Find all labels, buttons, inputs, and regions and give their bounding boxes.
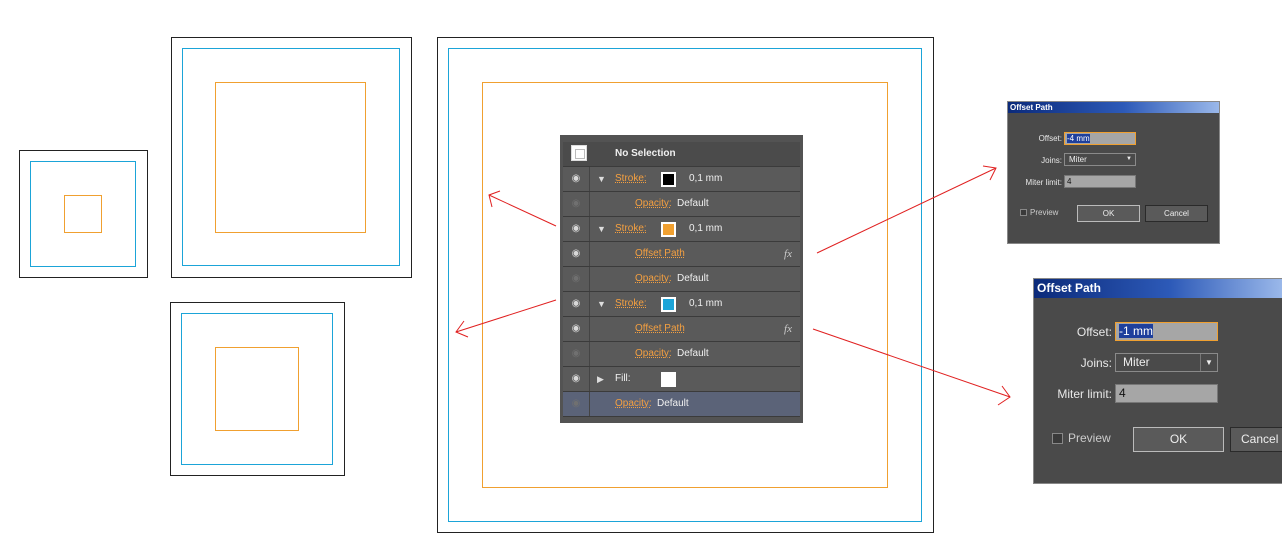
stroke-label[interactable]: Stroke: [615, 292, 647, 316]
joins-value: Miter [1123, 355, 1150, 369]
joins-label: Joins: [1080, 356, 1112, 370]
panel-header: No Selection [563, 142, 800, 167]
miter-limit-value: 4 [1119, 386, 1126, 400]
appearance-row-opacity[interactable]: ◉ Opacity: Default [563, 192, 800, 217]
fx-icon[interactable]: fx [784, 242, 792, 266]
appearance-row-offset-path[interactable]: ◉ Offset Path fx [563, 242, 800, 267]
expand-triangle-icon[interactable]: ▼ [597, 217, 606, 241]
ok-button[interactable]: OK [1077, 205, 1140, 222]
appearance-row-opacity[interactable]: ◉ Opacity: Default [563, 267, 800, 292]
effect-label[interactable]: Offset Path [635, 242, 685, 266]
stroke-swatch[interactable] [661, 172, 676, 187]
opacity-value: Default [677, 273, 709, 284]
opacity-label[interactable]: Opacity: [635, 192, 672, 216]
offset-input[interactable]: -4 mm [1064, 132, 1136, 145]
preview-label: Preview [1030, 208, 1059, 217]
visibility-eye-icon[interactable]: ◉ [563, 217, 590, 241]
chevron-down-icon: ▼ [1126, 156, 1132, 162]
visibility-eye-icon[interactable]: ◉ [563, 267, 590, 291]
expand-triangle-icon[interactable]: ▼ [597, 167, 606, 191]
miter-limit-input[interactable]: 4 [1064, 175, 1136, 188]
effect-label[interactable]: Offset Path [635, 317, 685, 341]
opacity-label[interactable]: Opacity: [615, 392, 652, 416]
offset-label: Offset: [1076, 325, 1112, 339]
fx-icon[interactable]: fx [784, 317, 792, 341]
opacity-value: Default [677, 348, 709, 359]
stroke-weight[interactable]: 0,1 mm [689, 292, 722, 316]
visibility-eye-icon[interactable]: ◉ [563, 242, 590, 266]
joins-dropdown[interactable]: Miter ▼ [1115, 353, 1218, 372]
joins-dropdown[interactable]: Miter ▼ [1064, 153, 1136, 166]
appearance-row-stroke-orange[interactable]: ◉ ▼ Stroke: 0,1 mm [563, 217, 800, 242]
visibility-eye-icon[interactable]: ◉ [563, 317, 590, 341]
opacity-value: Default [657, 398, 689, 409]
visibility-eye-icon[interactable]: ◉ [563, 342, 590, 366]
offset-path-dialog-small: Offset Path Offset: -4 mm Joins: Miter ▼… [1007, 101, 1220, 244]
appearance-row-opacity[interactable]: ◉ Opacity: Default [563, 392, 800, 417]
fill-label[interactable]: Fill: [615, 367, 631, 391]
cancel-label: Cancel [1241, 432, 1279, 446]
chevron-down-icon: ▼ [1200, 354, 1217, 371]
stroke-weight[interactable]: 0,1 mm [689, 167, 722, 191]
orange-square [215, 82, 366, 233]
visibility-eye-icon[interactable]: ◉ [563, 292, 590, 316]
stroke-label[interactable]: Stroke: [615, 167, 647, 191]
visibility-eye-icon[interactable]: ◉ [563, 167, 590, 191]
visibility-eye-icon[interactable]: ◉ [563, 367, 590, 391]
visibility-eye-icon[interactable]: ◉ [563, 392, 590, 416]
preview-checkbox[interactable] [1052, 433, 1063, 444]
offset-input[interactable]: -1 mm [1115, 322, 1218, 341]
appearance-row-fill[interactable]: ◉ ▶ Fill: [563, 367, 800, 392]
miter-limit-label: Miter limit: [1025, 178, 1062, 187]
appearance-panel: No Selection ◉ ▼ Stroke: 0,1 mm ◉ Opacit… [560, 135, 803, 423]
stroke-swatch[interactable] [661, 297, 676, 312]
panel-header-title: No Selection [615, 148, 676, 159]
offset-label: Offset: [1038, 134, 1062, 143]
offset-path-dialog-large: Offset Path Offset: -1 mm Joins: Miter ▼… [1033, 278, 1282, 484]
opacity-value: Default [677, 198, 709, 209]
orange-square [64, 195, 102, 233]
stroke-weight[interactable]: 0,1 mm [689, 217, 722, 241]
offset-value: -1 mm [1119, 324, 1153, 338]
expand-triangle-icon[interactable]: ▼ [597, 292, 606, 316]
miter-limit-input[interactable]: 4 [1115, 384, 1218, 403]
appearance-row-stroke-black[interactable]: ◉ ▼ Stroke: 0,1 mm [563, 167, 800, 192]
dialog-title: Offset Path [1008, 102, 1219, 113]
stroke-swatch[interactable] [661, 222, 676, 237]
preview-label: Preview [1068, 431, 1111, 445]
joins-label: Joins: [1041, 156, 1062, 165]
cancel-button[interactable]: Cancel [1230, 427, 1282, 452]
ok-button[interactable]: OK [1133, 427, 1224, 452]
appearance-row-opacity[interactable]: ◉ Opacity: Default [563, 342, 800, 367]
preview-checkbox[interactable] [1020, 209, 1027, 216]
dialog-title: Offset Path [1034, 279, 1282, 298]
opacity-label[interactable]: Opacity: [635, 342, 672, 366]
offset-value: -4 mm [1067, 134, 1090, 143]
expand-triangle-icon[interactable]: ▶ [597, 367, 604, 391]
stroke-label[interactable]: Stroke: [615, 217, 647, 241]
visibility-eye-icon[interactable]: ◉ [563, 192, 590, 216]
joins-value: Miter [1069, 155, 1087, 164]
no-selection-thumbnail-icon [571, 145, 587, 161]
orange-square [215, 347, 299, 431]
miter-limit-label: Miter limit: [1057, 387, 1112, 401]
appearance-row-offset-path[interactable]: ◉ Offset Path fx [563, 317, 800, 342]
cancel-button[interactable]: Cancel [1145, 205, 1208, 222]
miter-limit-value: 4 [1067, 177, 1072, 186]
opacity-label[interactable]: Opacity: [635, 267, 672, 291]
fill-swatch[interactable] [661, 372, 676, 387]
appearance-row-stroke-cyan[interactable]: ◉ ▼ Stroke: 0,1 mm [563, 292, 800, 317]
